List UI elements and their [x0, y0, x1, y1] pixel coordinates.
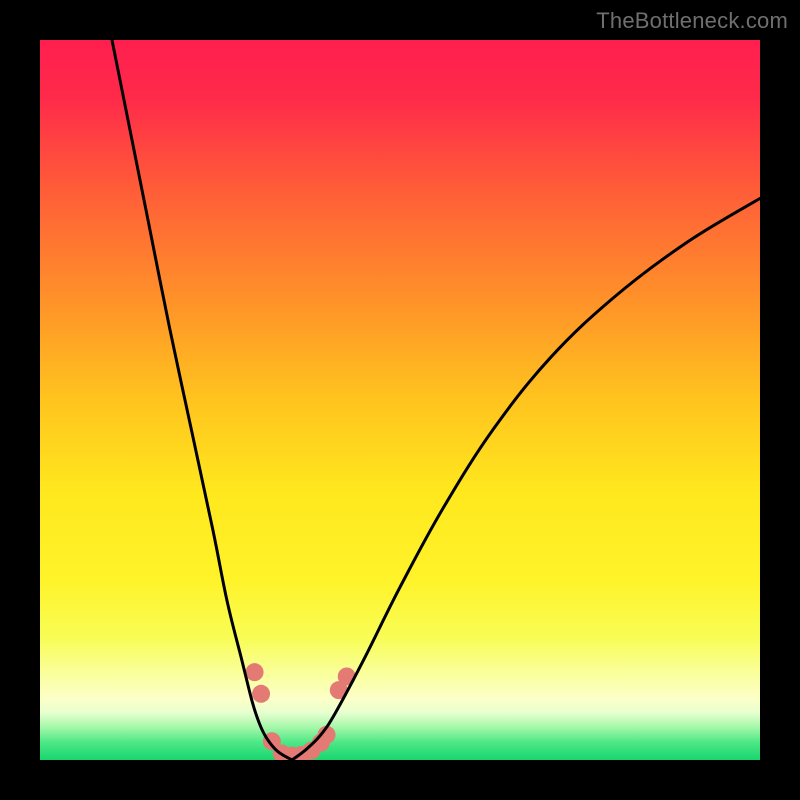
bottleneck-chart [40, 40, 760, 760]
chart-frame: TheBottleneck.com [0, 0, 800, 800]
sample-point [252, 685, 270, 703]
sample-point [246, 663, 264, 681]
watermark-label: TheBottleneck.com [596, 8, 788, 34]
plot-area [40, 40, 760, 760]
background-gradient [40, 40, 760, 760]
